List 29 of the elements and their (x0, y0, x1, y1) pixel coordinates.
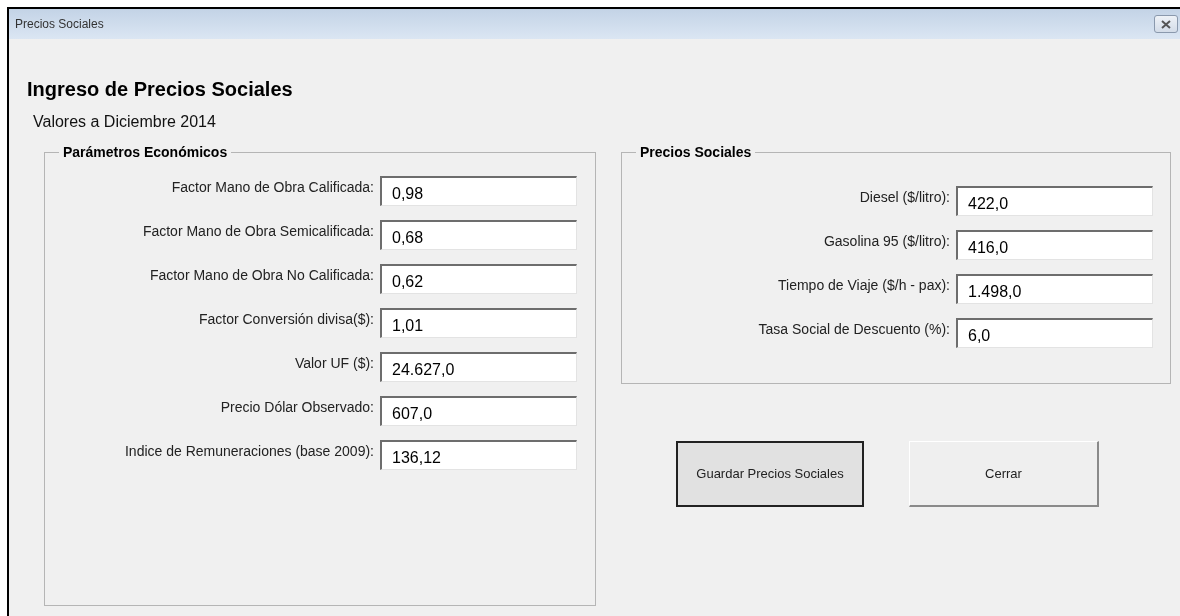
form-subtitle: Valores a Diciembre 2014 (33, 112, 217, 132)
input-field[interactable]: 1.498,0 (956, 274, 1153, 304)
input-field[interactable]: 422,0 (956, 186, 1153, 216)
dialog-button[interactable]: Guardar Precios Sociales (676, 441, 864, 507)
input-field[interactable]: 6,0 (956, 318, 1153, 348)
field-label: Diesel ($/litro): (859, 188, 950, 206)
field-label: Tiempo de Viaje ($/h - pax): (778, 276, 950, 294)
form-heading: Ingreso de Precios Sociales (27, 77, 294, 101)
field-label: Gasolina 95 ($/litro): (823, 232, 950, 250)
field-label: Factor Mano de Obra No Calificada: (149, 266, 374, 284)
field-label: Valor UF ($): (294, 354, 374, 372)
input-field[interactable]: 416,0 (956, 230, 1153, 260)
field-label: Indice de Remuneraciones (base 2009): (124, 442, 374, 460)
field-label: Tasa Social de Descuento (%): (758, 320, 950, 338)
close-button[interactable] (1154, 15, 1178, 33)
input-field[interactable]: 0,62 (380, 264, 577, 294)
field-label: Factor Mano de Obra Semicalificada: (142, 222, 374, 240)
input-field[interactable]: 24.627,0 (380, 352, 577, 382)
field-label: Factor Mano de Obra Calificada: (171, 178, 374, 196)
field-label: Factor Conversión divisa($): (198, 310, 374, 328)
field-label: Precio Dólar Observado: (220, 398, 374, 416)
input-field[interactable]: 136,12 (380, 440, 577, 470)
input-field[interactable]: 0,68 (380, 220, 577, 250)
window-title: Precios Sociales (15, 16, 104, 33)
dialog-button[interactable]: Cerrar (909, 441, 1099, 507)
close-icon (1161, 19, 1171, 29)
input-field[interactable]: 0,98 (380, 176, 577, 206)
input-field[interactable]: 607,0 (380, 396, 577, 426)
input-field[interactable]: 1,01 (380, 308, 577, 338)
